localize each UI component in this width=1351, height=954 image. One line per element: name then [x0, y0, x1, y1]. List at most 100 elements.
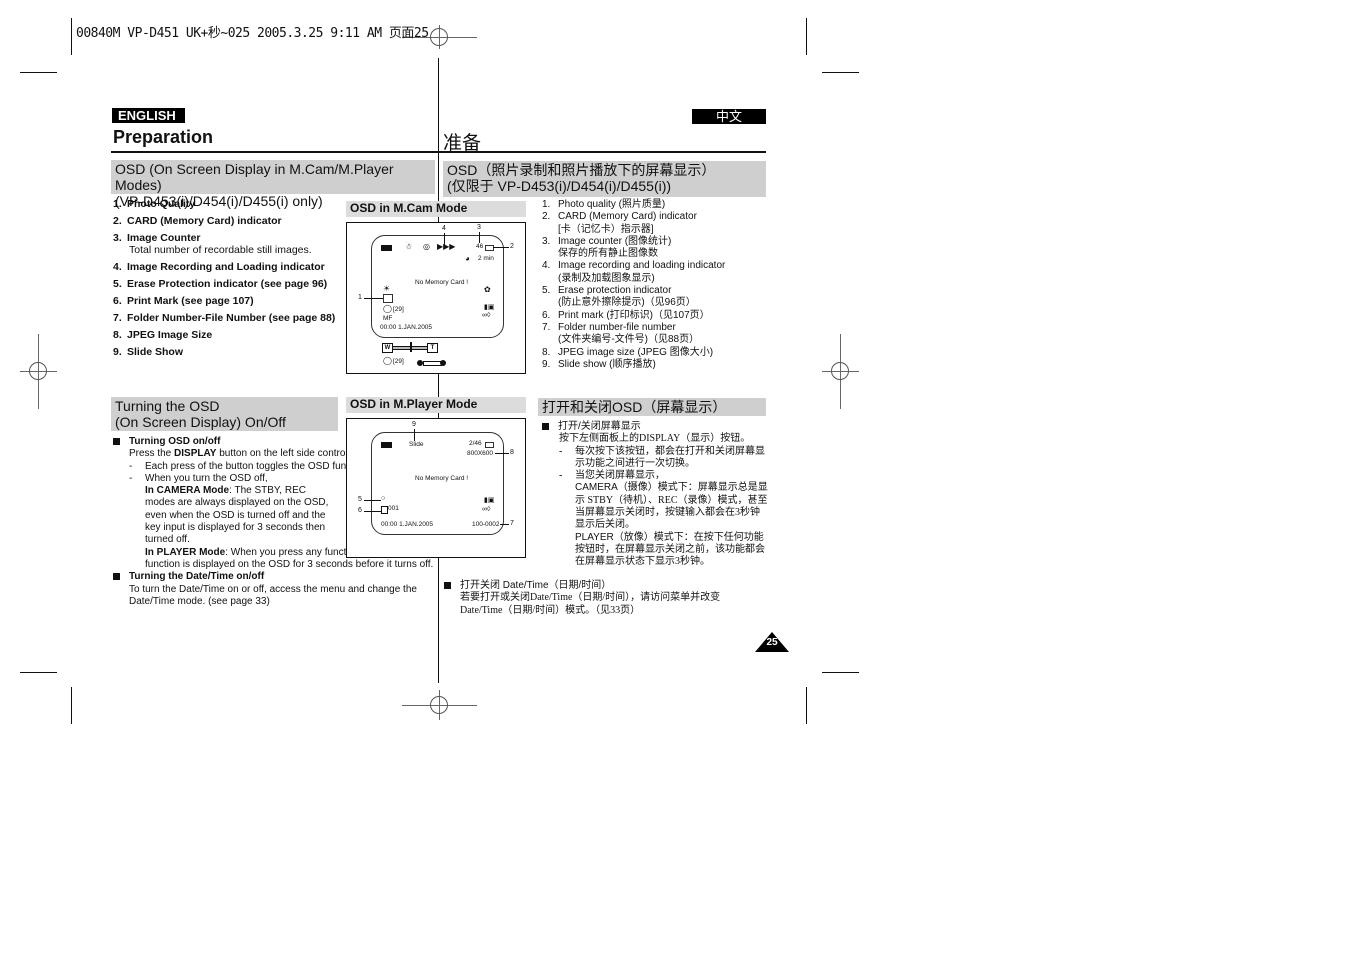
white-balance-icon: ☀	[383, 284, 391, 293]
no-card-message: No Memory Card !	[415, 279, 469, 286]
image-counter: 46	[476, 243, 484, 250]
print-count: 001	[388, 505, 399, 512]
memory-card-icon	[485, 442, 494, 448]
list-item: 1. Photo Quality	[113, 198, 196, 210]
bullet-heading: 打开/关闭屏幕显示	[542, 421, 768, 433]
bullet-heading: 打开关闭 Date/Time（日期/时间）	[444, 580, 744, 592]
crop-mark	[20, 672, 57, 673]
language-badge-chinese: 中文	[692, 109, 766, 124]
image-size: 800X600	[467, 450, 494, 457]
ois-icon: ▮▣	[484, 304, 495, 311]
list-item: 3. Image counter (图像统计) 保存的所有静止图像数	[542, 235, 672, 260]
mplayer-osd-diagram: Slide 2/46 800X600 No Memory Card ! ○ ▮▣…	[346, 418, 526, 558]
date-time-section-chinese: 打开关闭 Date/Time（日期/时间） 若要打开或关闭Date/Time（日…	[444, 580, 744, 617]
bullet-square-icon	[444, 581, 451, 589]
recording-indicator-icon: ▶▶▶	[437, 242, 456, 251]
mcam-mode-heading: OSD in M.Cam Mode	[346, 201, 526, 217]
callout-leader	[495, 453, 509, 454]
list-item: 3. Image Counter Total number of recordabl…	[113, 232, 312, 256]
erase-protection-icon: ○	[381, 495, 386, 502]
osd-item-list-english: 1. Photo Quality 2. CARD (Memory Card) ind…	[113, 198, 335, 363]
dash-item: - 每次按下该按钮，都会在打开和关闭屏幕显示功能之间进行一次切换。	[559, 445, 765, 469]
dash-item: - 当您关闭屏幕显示，	[559, 470, 665, 482]
slide-show-label: Slide	[409, 441, 424, 448]
callout-leader	[364, 298, 383, 299]
section-heading-osd-english: OSD (On Screen Display in M.Cam/M.Player…	[111, 160, 435, 209]
bullet-heading: Turning the Date/Time on/off	[113, 571, 435, 583]
list-item: 9. Slide show (顺序播放)	[542, 358, 656, 370]
list-item: 9. Slide Show	[113, 346, 184, 358]
list-item: 6. Print mark (打印标识)（见107页）	[542, 309, 710, 321]
scene-icon: ☃	[405, 242, 413, 251]
page-number-badge: 25	[755, 632, 789, 652]
shutter-right-icon	[440, 360, 446, 366]
callout-7: 7	[510, 520, 514, 527]
crop-mark	[822, 672, 859, 673]
callout-3: 3	[477, 224, 481, 231]
section-heading-line: (On Screen Display) On/Off	[115, 414, 286, 430]
crop-mark	[806, 687, 807, 724]
list-item: 7. Folder number-file number (文件夹编号-文件号)（见…	[542, 321, 700, 346]
callout-leader	[414, 429, 415, 441]
battery-icon	[381, 245, 392, 251]
callout-4: 4	[442, 225, 446, 232]
list-item: 4. Image recording and loading indicator(…	[542, 260, 726, 284]
photo-quality-icon	[383, 294, 393, 303]
callout-leader	[479, 232, 480, 243]
section-heading-turning-osd-chinese: 打开和关闭OSD（屏幕显示）	[538, 398, 766, 416]
zoom-position-marker	[410, 342, 412, 352]
ois-icon: ▮▣	[484, 497, 495, 504]
callout-leader	[364, 500, 381, 501]
callout-2: 2	[510, 243, 514, 250]
callout-leader	[493, 247, 509, 248]
mplayer-mode-heading: OSD in M.Player Mode	[346, 397, 526, 413]
dis-icon: ∞◊	[482, 506, 491, 513]
camera-mode-note-chinese: CAMERA（摄像）模式下：屏幕显示总是显示 STBY（待机）、REC（录像）模…	[575, 482, 768, 531]
focus-mode: MF	[383, 315, 393, 322]
list-item: 7. Folder Number-File Number (see page 88…	[113, 312, 336, 324]
bullet-text: To turn the Date/Time on or off, access …	[129, 583, 417, 607]
callout-8: 8	[510, 449, 514, 456]
crop-mark	[71, 687, 72, 724]
timer-icon: ◕	[465, 254, 470, 263]
list-item: 8. JPEG image size (JPEG 图像大小)	[542, 346, 714, 358]
list-item: 1. Photo quality (照片质量)	[542, 199, 666, 210]
callout-1: 1	[358, 294, 362, 301]
memory-card-icon	[485, 245, 494, 251]
zoom-tele-label: T	[427, 343, 438, 353]
print-header: 00840M VP-D451 UK+秒~025 2005.3.25 9:11 A…	[76, 26, 429, 41]
no-card-message: No Memory Card !	[415, 475, 469, 482]
section-heading-line: OSD（照片录制和照片播放下的屏幕显示）	[447, 162, 716, 178]
section-heading-line: (仅限于 VP-D453(i)/D454(i)/D455(i))	[447, 178, 672, 194]
list-item: 8. JPEG Image Size	[113, 329, 213, 341]
dis-icon: ∞◊	[482, 312, 491, 319]
list-item: 6. Print Mark (see page 107)	[113, 295, 254, 307]
self-timer-icon: ◯	[383, 304, 392, 313]
self-timer-icon: ◯	[383, 356, 392, 365]
crop-mark	[20, 72, 57, 73]
section-heading-line: Turning the OSD	[115, 398, 220, 414]
player-mode-note-chinese: PLAYER（放像）模式下：在按下任何功能按钮时，在屏幕显示关闭之前，该功能都会…	[575, 531, 765, 568]
page-title-chinese: 准备	[443, 133, 482, 154]
list-item: 5. Erase Protection indicator (see page 9…	[113, 278, 328, 290]
print-mark-icon	[381, 506, 388, 514]
page-number: 25	[766, 637, 778, 648]
bullet-square-icon	[542, 422, 549, 430]
page-title-english: Preparation	[113, 127, 214, 147]
osd-item-list-chinese: 1. Photo quality (照片质量) 2. CARD (Memory Ca…	[542, 199, 725, 371]
bullet-square-icon	[113, 573, 120, 581]
camera-mode-note: In CAMERA Mode: The STBY, REC modes are …	[145, 485, 329, 546]
time-remaining: 2 min	[478, 255, 494, 262]
list-item: 2. CARD (Memory Card) indicator [卡（记忆卡）指示器…	[542, 211, 697, 235]
callout-leader	[500, 524, 509, 525]
section-heading-line: OSD (On Screen Display in M.Cam/M.Player…	[115, 161, 394, 193]
self-timer-value: [29]	[393, 306, 404, 313]
language-badge-english: ENGLISH	[112, 108, 185, 123]
callout-leader	[364, 511, 381, 512]
callout-6: 6	[358, 507, 362, 514]
self-timer-value: [29]	[393, 358, 404, 365]
callout-leader	[444, 233, 445, 245]
bullet-text: 按下左侧面板上的DISPLAY（显示）按钮。	[559, 433, 751, 445]
folder-file-number: 100-0002	[472, 521, 500, 528]
section-heading-turning-osd: Turning the OSD (On Screen Display) On/O…	[111, 397, 338, 431]
